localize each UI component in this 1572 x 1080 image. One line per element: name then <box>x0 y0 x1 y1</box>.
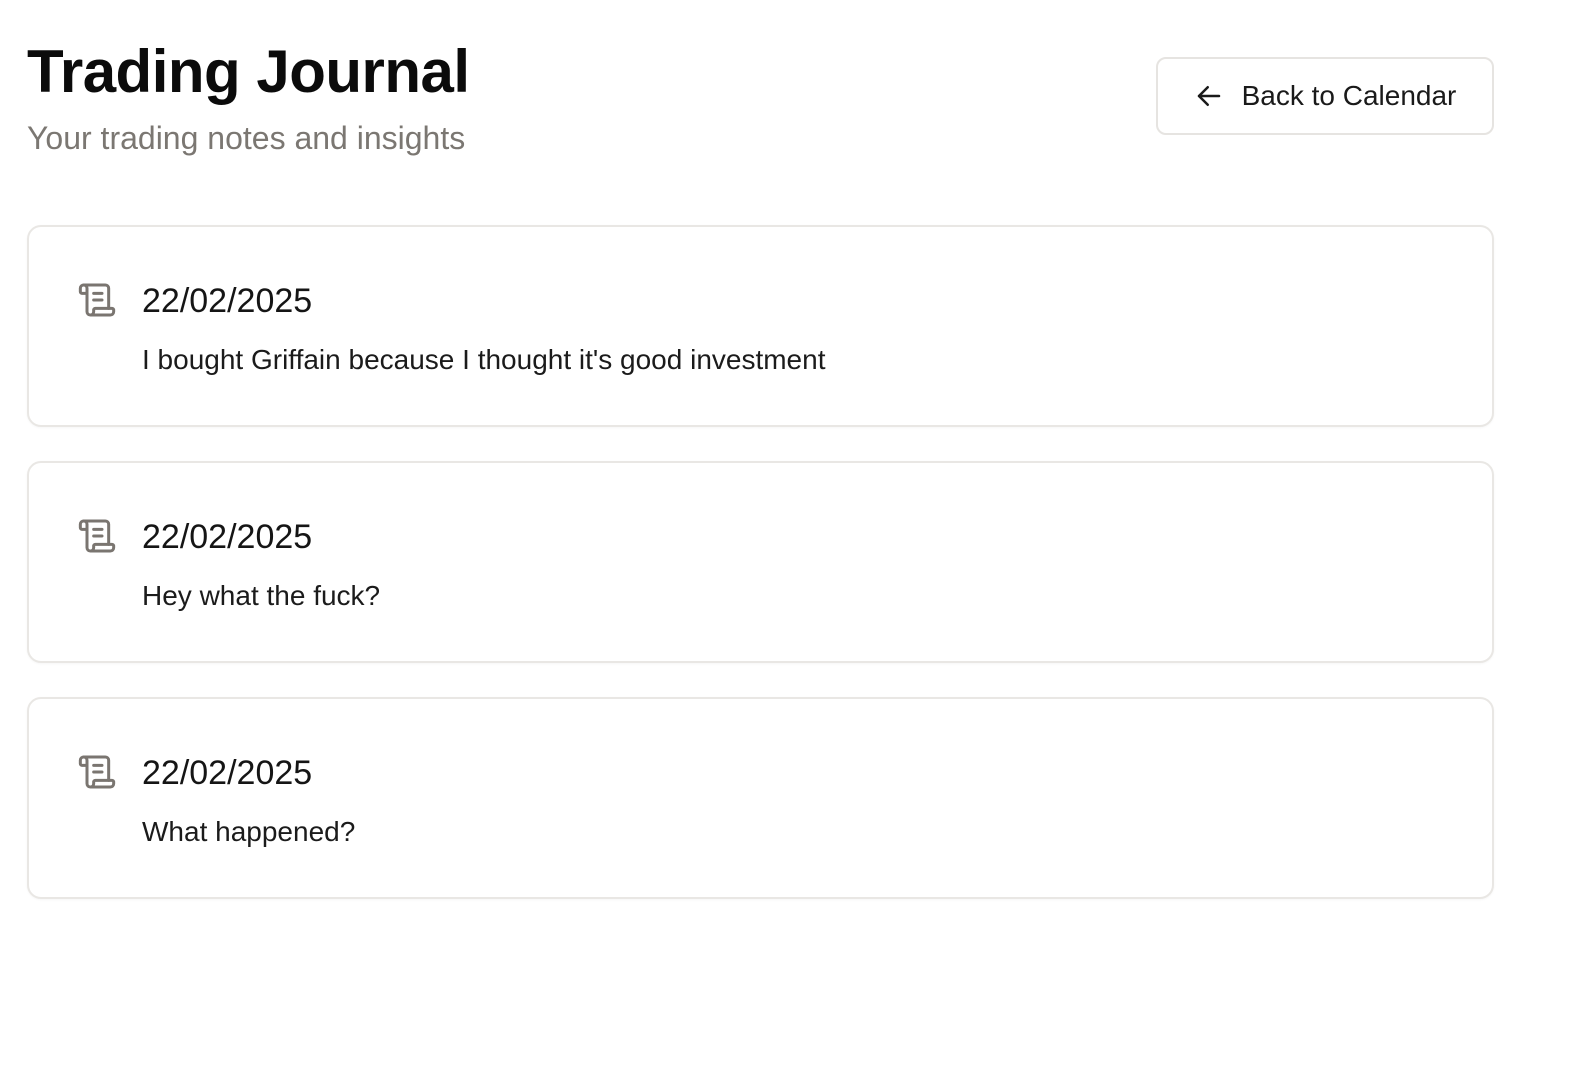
back-button-label: Back to Calendar <box>1241 80 1457 111</box>
journal-entry-card: 22/02/2025 I bought Griffain because I t… <box>27 225 1494 427</box>
journal-entry-card: 22/02/2025 What happened? <box>27 697 1494 899</box>
page-title: Trading Journal <box>27 38 470 105</box>
entry-text: Hey what the fuck? <box>142 580 381 611</box>
journal-entry-list: 22/02/2025 I bought Griffain because I t… <box>27 225 1494 933</box>
entry-date: 22/02/2025 <box>142 518 313 556</box>
scroll-icon <box>77 516 117 556</box>
page-subtitle: Your trading notes and insights <box>27 120 466 156</box>
page-header: Trading Journal Your trading notes and i… <box>27 36 1494 176</box>
entry-text: What happened? <box>142 816 356 847</box>
entry-text: I bought Griffain because I thought it's… <box>142 344 826 375</box>
scroll-icon <box>77 280 117 320</box>
back-to-calendar-button[interactable]: Back to Calendar <box>1156 57 1494 135</box>
arrow-left-icon <box>1194 81 1224 111</box>
entry-date: 22/02/2025 <box>142 282 313 320</box>
scroll-icon <box>77 752 117 792</box>
entry-date: 22/02/2025 <box>142 754 313 792</box>
journal-entry-card: 22/02/2025 Hey what the fuck? <box>27 461 1494 663</box>
